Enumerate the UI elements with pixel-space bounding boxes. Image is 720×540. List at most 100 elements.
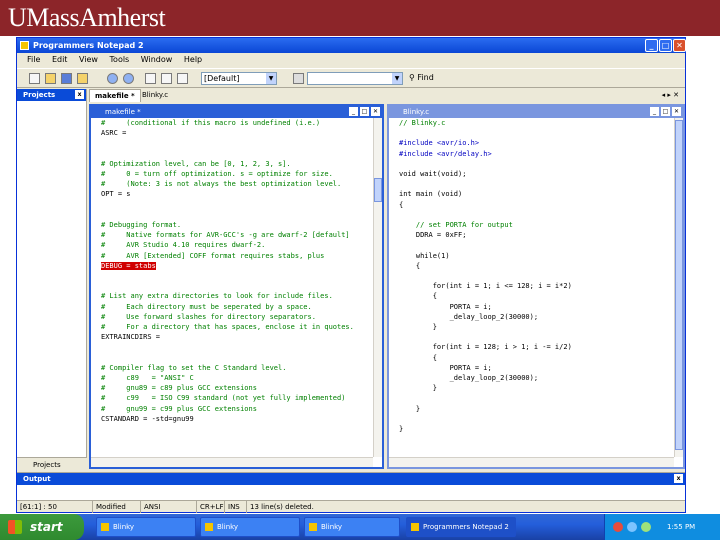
status-scheme: ANSI — [141, 501, 197, 513]
close-icon[interactable]: x — [75, 90, 84, 99]
status-bar: [61:1] : 50 Modified ANSI CR+LF INS 13 l… — [17, 500, 685, 513]
tab-projects-label: Projects — [33, 461, 61, 469]
cut-icon[interactable] — [145, 73, 156, 84]
code-line: # Native formats for AVR-GCC's -g are dw… — [101, 231, 350, 240]
chevron-down-icon[interactable]: ▼ — [266, 73, 276, 84]
makefile-editor: makefile * _ □ ✕ # (conditional if this … — [89, 104, 384, 469]
blinky-code[interactable]: // Blinky.c #include <avr/io.h> #include … — [389, 118, 674, 457]
taskbar-item-blinky-3[interactable]: Blinky — [304, 517, 400, 537]
folder-icon — [101, 523, 109, 531]
find-button[interactable]: ⚲ Find — [409, 73, 434, 82]
blinky-titlebar[interactable]: Blinky.c _ □ ✕ — [389, 106, 683, 118]
redo-icon[interactable] — [123, 73, 134, 84]
undo-icon[interactable] — [107, 73, 118, 84]
menu-file[interactable]: File — [27, 55, 40, 64]
output-pane: Output x — [17, 472, 685, 500]
blinky-editor: Blinky.c _ □ ✕ // Blinky.c #include <avr… — [387, 104, 685, 469]
folder-icon — [205, 523, 213, 531]
code-line: # Optimization level, can be [0, 1, 2, 3… — [101, 159, 291, 168]
minimize-icon[interactable]: _ — [349, 107, 358, 116]
save-all-icon[interactable] — [77, 73, 88, 84]
window-titlebar[interactable]: Programmers Notepad 2 _ □ ✕ — [17, 38, 686, 53]
new-file-icon[interactable] — [29, 73, 40, 84]
task-label: Programmers Notepad 2 — [423, 523, 509, 531]
code-line: #include <avr/delay.h> — [399, 149, 492, 158]
makefile-vscroll[interactable] — [373, 118, 382, 457]
open-folder-icon[interactable] — [45, 73, 56, 84]
tab-makefile[interactable]: makefile * — [89, 89, 141, 102]
projects-header: Projects x — [17, 89, 86, 101]
menu-window[interactable]: Window — [141, 55, 173, 64]
umass-logo-text: UMassAmherst — [8, 3, 166, 32]
code-line: # c99 = ISO C99 standard (not yet fully … — [101, 394, 346, 403]
code-line: # c89 = "ANSI" C — [101, 374, 194, 383]
tray-alert-icon[interactable] — [613, 522, 623, 532]
scheme-select[interactable]: [Default] ▼ — [201, 72, 277, 85]
tray-volume-icon[interactable] — [641, 522, 651, 532]
close-icon[interactable]: ✕ — [672, 107, 681, 116]
search-input[interactable]: ▼ — [307, 72, 403, 85]
minimize-button[interactable]: _ — [645, 39, 658, 52]
maximize-button[interactable]: □ — [659, 39, 672, 52]
taskbar-item-programmers-notepad[interactable]: Programmers Notepad 2 — [406, 517, 516, 537]
code-line: PORTA = i; — [399, 302, 492, 311]
close-button[interactable]: ✕ — [673, 39, 686, 52]
scroll-thumb[interactable] — [374, 178, 382, 202]
minimize-icon[interactable]: _ — [650, 107, 659, 116]
code-line: { — [399, 261, 421, 270]
tab-projects[interactable]: Projects — [17, 457, 87, 471]
code-line: { — [399, 292, 437, 301]
lock-icon[interactable] — [293, 73, 304, 84]
maximize-icon[interactable]: □ — [661, 107, 670, 116]
tray-network-icon[interactable] — [627, 522, 637, 532]
blinky-title: Blinky.c — [403, 108, 430, 116]
status-message: 13 line(s) deleted. — [250, 503, 314, 511]
copy-icon[interactable] — [161, 73, 172, 84]
status-eol: CR+LF — [197, 501, 225, 513]
makefile-title: makefile * — [105, 108, 141, 116]
scroll-thumb[interactable] — [675, 120, 683, 450]
close-icon[interactable]: ✕ — [371, 107, 380, 116]
makefile-hscroll[interactable] — [91, 457, 373, 467]
blinky-hscroll[interactable] — [389, 457, 674, 467]
code-line: DDRA = 0xFF; — [399, 231, 467, 240]
save-icon[interactable] — [61, 73, 72, 84]
code-line: OPT = s — [101, 190, 131, 199]
start-button[interactable]: start — [0, 514, 84, 540]
document-tabs: makefile * Blinky.c ◂ ▸ ✕ — [89, 89, 685, 102]
menu-view[interactable]: View — [79, 55, 98, 64]
status-position: [61:1] : 50 — [17, 501, 93, 513]
menu-help[interactable]: Help — [184, 55, 202, 64]
scheme-select-value: [Default] — [204, 74, 240, 83]
paste-icon[interactable] — [177, 73, 188, 84]
taskbar-item-blinky-1[interactable]: Blinky — [96, 517, 196, 537]
taskbar-item-blinky-2[interactable]: Blinky — [200, 517, 300, 537]
programmers-notepad-window: Programmers Notepad 2 _ □ ✕ File Edit Vi… — [16, 37, 686, 513]
menu-bar: File Edit View Tools Window Help — [17, 53, 685, 67]
tab-blinky[interactable]: Blinky.c — [137, 89, 173, 102]
makefile-code[interactable]: # (conditional if this macro is undefine… — [91, 118, 373, 457]
folder-icon — [309, 523, 317, 531]
maximize-icon[interactable]: □ — [360, 107, 369, 116]
menu-tools[interactable]: Tools — [110, 55, 130, 64]
menu-edit[interactable]: Edit — [52, 55, 68, 64]
windows-logo-icon — [8, 520, 22, 534]
chevron-down-icon[interactable]: ▼ — [392, 73, 402, 84]
code-line: } — [399, 425, 404, 434]
projects-pane: Projects x — [17, 89, 87, 458]
makefile-titlebar[interactable]: makefile * _ □ ✕ — [91, 106, 382, 118]
code-line: } — [399, 384, 437, 393]
code-line: { — [399, 353, 437, 362]
close-icon[interactable]: x — [674, 474, 683, 483]
blinky-vscroll[interactable] — [674, 118, 683, 457]
tab-nav-arrows[interactable]: ◂ ▸ ✕ — [662, 89, 679, 102]
